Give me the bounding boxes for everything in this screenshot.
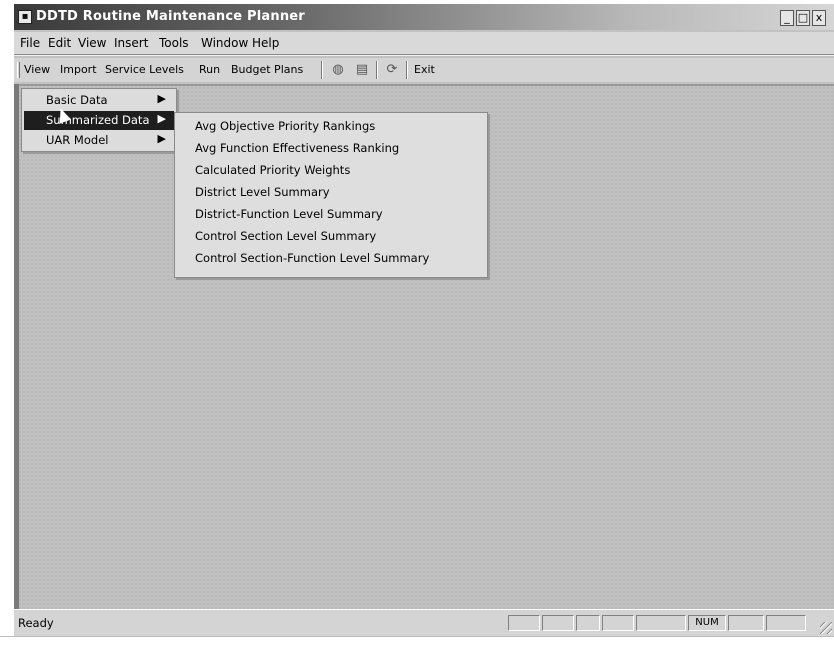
toolbar-view[interactable]: View [24,63,50,76]
menu-item-label: UAR Model [46,133,109,147]
menu-tools[interactable]: Tools [159,36,189,50]
status-panel [576,615,600,631]
submenu-item-calculated-priority-weights[interactable]: Calculated Priority Weights [195,163,350,182]
menubar-divider [14,54,834,56]
globe-icon[interactable]: ◍ [328,61,348,79]
workspace-edge [14,84,19,610]
view-dropdown-menu: Basic Data ▶ Summarized Data ▶ UAR Model… [21,88,177,152]
menu-item-basic-data[interactable]: Basic Data ▶ [24,91,174,110]
menu-item-uar-model[interactable]: UAR Model ▶ [24,131,174,150]
toolbar-separator [406,61,408,79]
submenu-arrow-icon: ▶ [157,92,166,105]
app-icon[interactable]: ▪ [18,10,32,24]
refresh-icon[interactable]: ⟳ [382,61,402,79]
submenu-item-avg-function-effectiveness-ranking[interactable]: Avg Function Effectiveness Ranking [195,141,399,160]
toolbar-service-levels[interactable]: Service Levels [105,63,184,76]
status-panel [728,615,764,631]
summarized-data-submenu: Avg Objective Priority Rankings Avg Func… [174,112,488,278]
submenu-arrow-icon: ▶ [157,132,166,145]
title-bar: ▪ DDTD Routine Maintenance Planner _ □ x [14,4,834,30]
page-border [0,636,834,637]
toolbar-separator [376,61,378,79]
print-preview-icon[interactable]: ▤ [352,61,372,79]
toolbar-run[interactable]: Run [199,63,220,76]
menu-file[interactable]: File [20,36,40,50]
status-panel [602,615,634,631]
resize-grip[interactable] [820,622,832,634]
window-title: DDTD Routine Maintenance Planner [36,9,305,24]
toolbar-import[interactable]: Import [60,63,97,76]
status-bar: Ready NUM [14,609,834,636]
submenu-item-district-level-summary[interactable]: District Level Summary [195,185,330,204]
submenu-item-control-section-level-summary[interactable]: Control Section Level Summary [195,229,376,248]
submenu-item-district-function-level-summary[interactable]: District-Function Level Summary [195,207,383,226]
menu-view[interactable]: View [78,36,106,50]
minimize-button[interactable]: _ [780,10,794,26]
menu-bar: File Edit View Insert Tools Window Help [14,32,834,54]
num-lock-indicator: NUM [688,615,726,631]
close-button[interactable]: x [812,10,826,26]
menu-window[interactable]: Window [201,36,248,50]
submenu-item-avg-objective-priority-rankings[interactable]: Avg Objective Priority Rankings [195,119,375,138]
restore-button[interactable]: □ [796,10,810,26]
toolbar-grip[interactable] [17,62,20,78]
toolbar: View Import Service Levels Run Budget Pl… [14,58,834,82]
status-panel [766,615,806,631]
submenu-arrow-icon: ▶ [157,112,166,125]
toolbar-separator [321,61,323,79]
menu-insert[interactable]: Insert [114,36,148,50]
status-panel [636,615,686,631]
submenu-item-control-section-function-level-summary[interactable]: Control Section-Function Level Summary [195,251,429,270]
exit-button[interactable]: Exit [414,63,435,76]
menu-item-summarized-data[interactable]: Summarized Data ▶ [24,111,174,130]
menu-item-label: Basic Data [46,93,108,107]
status-text: Ready [18,616,54,630]
menu-edit[interactable]: Edit [48,36,71,50]
menu-help[interactable]: Help [252,36,279,50]
status-panel [508,615,540,631]
toolbar-budget-plans[interactable]: Budget Plans [231,63,303,76]
status-panel [542,615,574,631]
